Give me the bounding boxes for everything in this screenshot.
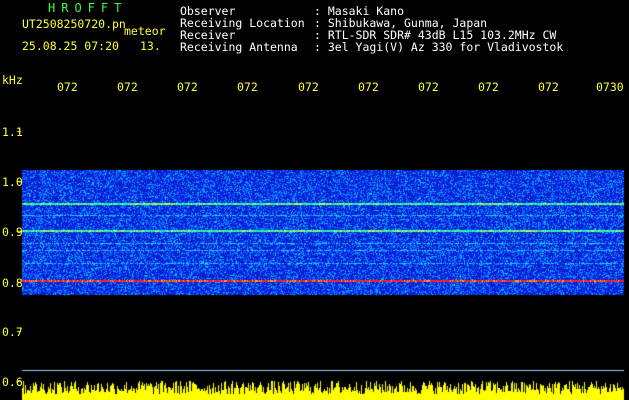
time-tick-label: 072	[298, 80, 319, 94]
time-tick-label: 072	[478, 80, 499, 94]
antenna-label: Receiving Antenna	[180, 40, 298, 54]
time-tick-label: 072	[237, 80, 258, 94]
mode-label: meteor	[124, 24, 166, 38]
time-tick-label: 072	[57, 80, 78, 94]
count-label: 13.	[140, 39, 161, 53]
time-tick-label: 072	[358, 80, 379, 94]
time-tick-label: 072	[117, 80, 138, 94]
freq-tick-label: 0.7	[2, 325, 23, 339]
datetime-label: 25.08.25 07:20	[22, 39, 119, 53]
spectrogram-canvas	[0, 0, 629, 400]
time-tick-label: 0730	[596, 80, 624, 94]
freq-tick-label: 1.1	[2, 125, 23, 139]
freq-tick-label: 0.6	[2, 375, 23, 389]
filename-label: UT2508250720.pn	[22, 17, 126, 31]
freq-unit-label: kHz	[2, 73, 23, 87]
antenna-value: : 3el Yagi(V) Az 330 for Vladivostok	[314, 40, 564, 54]
freq-tick-label: 0.9	[2, 225, 23, 239]
freq-tick-label: 0.8	[2, 276, 23, 290]
brand-title: HROFFT	[48, 1, 128, 15]
time-tick-label: 072	[418, 80, 439, 94]
time-tick-label: 072	[538, 80, 559, 94]
freq-tick-label: 1.0	[2, 175, 23, 189]
time-tick-label: 072	[177, 80, 198, 94]
